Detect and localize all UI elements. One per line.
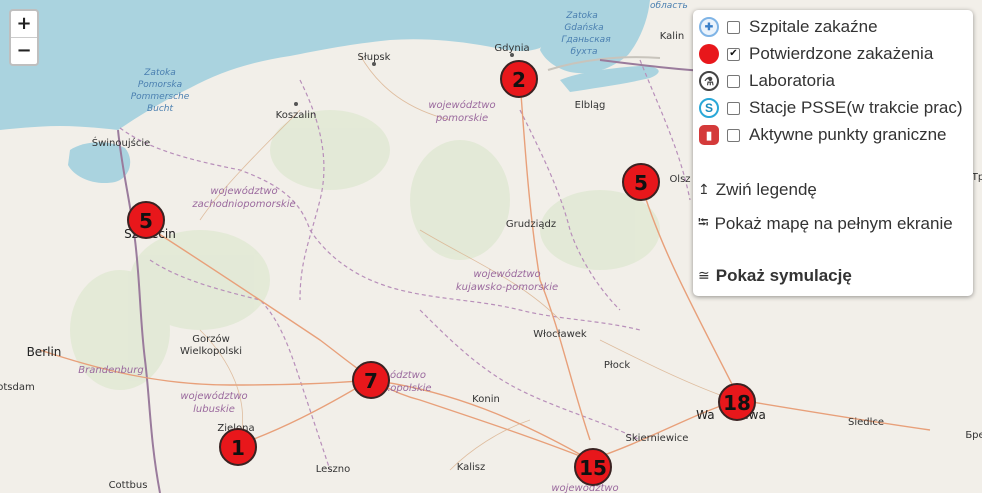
legend-checkbox[interactable] bbox=[727, 101, 740, 115]
place-label: Świnoujście bbox=[92, 136, 151, 149]
legend-checkbox[interactable]: ✔ bbox=[727, 47, 740, 61]
infection-marker[interactable]: 15 bbox=[574, 448, 612, 486]
collapse-label: Zwiń legendę bbox=[715, 180, 817, 199]
place-label: Płock bbox=[604, 360, 630, 371]
legend-label: Laboratoria bbox=[749, 71, 836, 90]
place-label: Cottbus bbox=[109, 480, 148, 491]
region-label: kopolskie bbox=[384, 383, 431, 394]
region-label: ództwo bbox=[390, 369, 426, 381]
zoom-control: + − bbox=[9, 9, 39, 66]
region-label: województwo bbox=[428, 99, 495, 111]
place-label: Gorzów bbox=[192, 333, 230, 345]
water-label: Pomorska bbox=[138, 80, 182, 90]
legend-label: Aktywne punkty graniczne bbox=[749, 125, 947, 144]
infection-marker[interactable]: 5 bbox=[622, 163, 660, 201]
simulation-link[interactable]: ≅ Pokaż symulację bbox=[698, 266, 852, 286]
region-label: kujawsko-pomorskie bbox=[456, 282, 558, 293]
marker-count: 15 bbox=[579, 456, 607, 480]
place-label: Wielkopolski bbox=[180, 346, 242, 357]
region-label: lubuskie bbox=[193, 404, 235, 415]
place-label: Włocławek bbox=[533, 329, 587, 340]
place-label: Elbląg bbox=[575, 100, 606, 111]
marker-count: 2 bbox=[512, 68, 526, 92]
hospital-icon: ✚ bbox=[699, 17, 719, 37]
border-point-icon: ▮ bbox=[699, 125, 719, 145]
infection-marker[interactable]: 5 bbox=[127, 201, 165, 239]
zoom-out-button[interactable]: − bbox=[11, 37, 37, 64]
infection-marker[interactable]: 1 bbox=[219, 428, 257, 466]
water-label: Pommersche bbox=[131, 92, 190, 102]
water-label: область bbox=[650, 1, 688, 11]
water-label: бухта bbox=[571, 47, 598, 57]
legend-checkbox[interactable] bbox=[727, 74, 740, 88]
place-label: Koszalin bbox=[276, 110, 317, 121]
place-label: Kalin bbox=[660, 31, 684, 42]
simulation-label: Pokaż symulację bbox=[715, 266, 852, 285]
fullscreen-link[interactable]: ⭾ Pokaż mapę na pełnym ekranie bbox=[698, 212, 953, 236]
place-label: otsdam bbox=[0, 382, 35, 393]
fullscreen-icon: ⭾ bbox=[698, 215, 709, 231]
place-label: Gdynia bbox=[494, 43, 529, 54]
infection-marker[interactable]: 7 bbox=[352, 361, 390, 399]
legend-item-confirmed[interactable]: ✔ Potwierdzone zakażenia bbox=[699, 42, 933, 66]
legend-checkbox[interactable] bbox=[727, 128, 740, 142]
place-label: Grudziądz bbox=[506, 219, 556, 230]
legend-item-psse[interactable]: S Stacje PSSE(w trakcie prac) bbox=[699, 96, 963, 120]
water-label: Гданьская bbox=[561, 35, 611, 45]
marker-count: 5 bbox=[139, 209, 153, 233]
region-label: zachodniopomorskie bbox=[191, 199, 295, 210]
legend-item-labs[interactable]: ⚗ Laboratoria bbox=[699, 69, 835, 93]
place-label: Olsz bbox=[669, 174, 690, 185]
region-label: województwo bbox=[180, 390, 247, 402]
microscope-icon: ⚗ bbox=[699, 71, 719, 91]
water-label: Bucht bbox=[147, 104, 174, 114]
legend-label: Szpitale zakaźne bbox=[749, 17, 878, 36]
place-label: Słupsk bbox=[358, 52, 391, 63]
place-label: Kalisz bbox=[457, 462, 486, 473]
place-label: Leszno bbox=[316, 464, 350, 475]
legend-label: Stacje PSSE(w trakcie prac) bbox=[749, 98, 963, 117]
simulation-icon: ≅ bbox=[698, 268, 710, 284]
legend-label: Potwierdzone zakażenia bbox=[749, 44, 934, 63]
marker-count: 18 bbox=[723, 391, 751, 415]
marker-count: 5 bbox=[634, 171, 648, 195]
place-label: Konin bbox=[472, 394, 500, 405]
place-label: Siedlce bbox=[848, 417, 884, 428]
fullscreen-label: Pokaż mapę na pełnym ekranie bbox=[714, 214, 953, 233]
region-label: województwo bbox=[210, 185, 277, 197]
red-dot-icon bbox=[699, 44, 719, 64]
region-label: pomorskie bbox=[435, 113, 488, 124]
region-label: województwo bbox=[473, 268, 540, 280]
legend-item-hospitals[interactable]: ✚ Szpitale zakaźne bbox=[699, 15, 878, 39]
legend-item-border[interactable]: ▮ Aktywne punkty graniczne bbox=[699, 123, 947, 147]
legend-checkbox[interactable] bbox=[727, 20, 740, 34]
collapse-icon: ↥ bbox=[698, 182, 710, 198]
infection-marker[interactable]: 18 bbox=[718, 383, 756, 421]
place-label: Berlin bbox=[27, 345, 62, 359]
place-label: Skierniewice bbox=[626, 433, 689, 444]
water-label: Zatoka bbox=[143, 68, 175, 78]
water-label: Gdańska bbox=[564, 23, 603, 33]
marker-count: 7 bbox=[364, 369, 378, 393]
infection-marker[interactable]: 2 bbox=[500, 60, 538, 98]
zoom-in-button[interactable]: + bbox=[11, 11, 37, 37]
marker-count: 1 bbox=[231, 436, 245, 460]
region-label: Brandenburg bbox=[78, 365, 143, 376]
collapse-legend-link[interactable]: ↥ Zwiń legendę bbox=[698, 180, 817, 200]
psse-icon: S bbox=[699, 98, 719, 118]
legend-panel: ✚ Szpitale zakaźne ✔ Potwierdzone zakaże… bbox=[693, 10, 973, 296]
place-label: Бре bbox=[965, 430, 982, 441]
water-label: Zatoka bbox=[565, 11, 597, 21]
